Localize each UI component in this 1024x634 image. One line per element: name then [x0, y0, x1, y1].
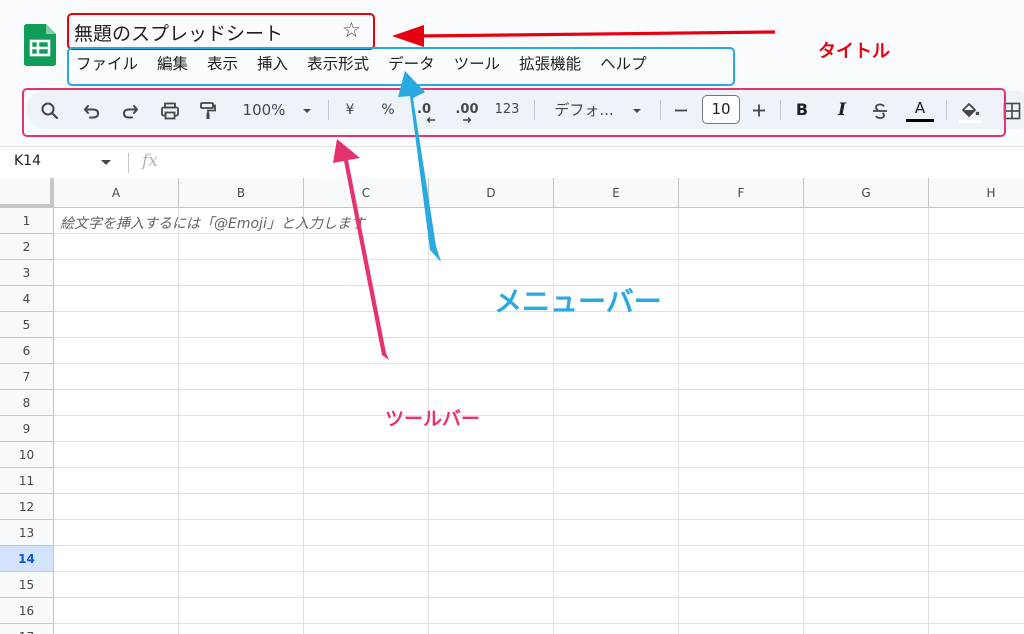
- cell-area[interactable]: [54, 208, 1024, 634]
- row-header-17[interactable]: 17: [0, 624, 54, 634]
- row-header-12[interactable]: 12: [0, 494, 54, 520]
- menu-highlight-box: [67, 47, 735, 86]
- row-header-11[interactable]: 11: [0, 468, 54, 494]
- row-header-7[interactable]: 7: [0, 364, 54, 390]
- toolbar-highlight-box: [22, 88, 1006, 137]
- column-header-h[interactable]: H: [929, 178, 1024, 208]
- toolbar-annotation-label: ツールバー: [385, 408, 481, 430]
- fx-icon: fx: [142, 151, 158, 171]
- column-header-a[interactable]: A: [54, 178, 179, 208]
- title-highlight-box: [67, 13, 375, 50]
- row-header-9[interactable]: 9: [0, 416, 54, 442]
- row-header-15[interactable]: 15: [0, 572, 54, 598]
- row-header-8[interactable]: 8: [0, 390, 54, 416]
- row-header-2[interactable]: 2: [0, 234, 54, 260]
- row-header-13[interactable]: 13: [0, 520, 54, 546]
- name-box[interactable]: K14: [14, 153, 41, 169]
- select-all-corner[interactable]: [0, 178, 54, 208]
- formula-bar-separator: [128, 153, 129, 173]
- row-header-1[interactable]: 1: [0, 208, 54, 234]
- row-header-4[interactable]: 4: [0, 286, 54, 312]
- sheets-logo-icon[interactable]: [24, 24, 56, 66]
- row-header-14[interactable]: 14: [0, 546, 54, 572]
- row-header-16[interactable]: 16: [0, 598, 54, 624]
- menu-annotation-label: メニューバー: [494, 285, 662, 318]
- row-header-10[interactable]: 10: [0, 442, 54, 468]
- title-annotation-label: タイトル: [818, 41, 890, 62]
- column-header-g[interactable]: G: [804, 178, 929, 208]
- cell-a1-hint: 絵文字を挿入するには「@Emoji」と入力します: [60, 216, 365, 232]
- column-header-b[interactable]: B: [179, 178, 304, 208]
- formula-bar: K14 fx: [0, 146, 1024, 178]
- row-header-3[interactable]: 3: [0, 260, 54, 286]
- column-header-d[interactable]: D: [429, 178, 554, 208]
- spreadsheet-grid: 絵文字を挿入するには「@Emoji」と入力します ABCDEFGH1234567…: [0, 178, 1024, 634]
- row-header-5[interactable]: 5: [0, 312, 54, 338]
- name-box-dropdown-icon[interactable]: [101, 160, 111, 165]
- column-header-c[interactable]: C: [304, 178, 429, 208]
- column-header-e[interactable]: E: [554, 178, 679, 208]
- row-header-6[interactable]: 6: [0, 338, 54, 364]
- column-header-f[interactable]: F: [679, 178, 804, 208]
